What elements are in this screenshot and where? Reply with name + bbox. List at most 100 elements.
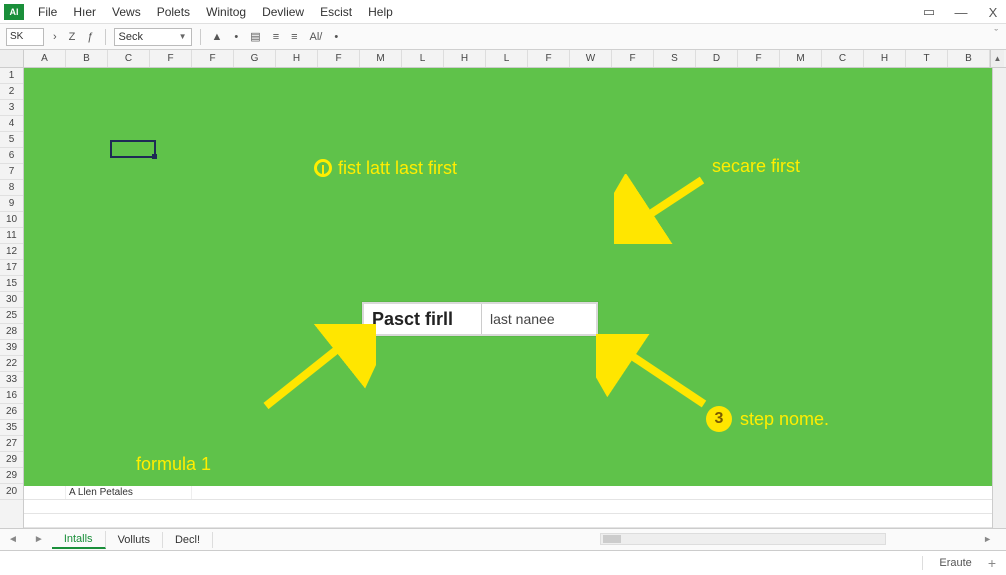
menu-polets[interactable]: Polets xyxy=(149,0,198,23)
step-text: step nome. xyxy=(740,409,829,430)
menu-devliew[interactable]: Devliew xyxy=(254,0,312,23)
toolbar-undo-icon[interactable]: Z xyxy=(66,31,79,43)
col-header[interactable]: F xyxy=(612,50,654,67)
table-row[interactable] xyxy=(24,500,992,514)
col-header[interactable]: H xyxy=(864,50,906,67)
col-header[interactable]: B xyxy=(66,50,108,67)
row-header[interactable]: 35 xyxy=(0,420,23,436)
row-header[interactable]: 4 xyxy=(0,116,23,132)
sheet-tabs-row: ◄ ► Intalls Volluts Decl! ► xyxy=(0,528,1006,550)
horizontal-scrollbar[interactable] xyxy=(600,533,886,545)
menu-help[interactable]: Help xyxy=(360,0,401,23)
row-header[interactable]: 16 xyxy=(0,388,23,404)
tab-nav-next-icon[interactable]: ► xyxy=(26,534,52,545)
row-header[interactable]: 29 xyxy=(0,468,23,484)
menu-escist[interactable]: Escist xyxy=(312,0,360,23)
toolbar-collapse-icon[interactable]: ˇ xyxy=(994,28,998,40)
row-header[interactable]: 26 xyxy=(0,404,23,420)
row-header[interactable]: 29 xyxy=(0,452,23,468)
row-header[interactable]: 22 xyxy=(0,356,23,372)
table-row[interactable]: A Llen Petales xyxy=(24,486,992,500)
tab-nav-prev-icon[interactable]: ◄ xyxy=(0,534,26,545)
font-selector[interactable]: Seck ▼ xyxy=(114,28,192,46)
col-header[interactable]: W xyxy=(570,50,612,67)
col-header[interactable]: L xyxy=(402,50,444,67)
col-header[interactable]: S xyxy=(654,50,696,67)
row-header[interactable]: 9 xyxy=(0,196,23,212)
sheet-area[interactable]: fist latt last first secare first Pasct … xyxy=(24,68,992,528)
row-header[interactable]: 2 xyxy=(0,84,23,100)
sheet-tab[interactable]: Volluts xyxy=(106,532,163,548)
row-header[interactable]: 8 xyxy=(0,180,23,196)
table-row[interactable] xyxy=(24,514,992,528)
active-cell[interactable] xyxy=(110,140,156,158)
row-header[interactable]: 11 xyxy=(0,228,23,244)
toolbar-separator xyxy=(200,29,201,45)
row-header[interactable]: 5 xyxy=(0,132,23,148)
row-header[interactable]: 39 xyxy=(0,340,23,356)
col-header[interactable]: C xyxy=(108,50,150,67)
menu-file[interactable]: File xyxy=(30,0,65,23)
col-header[interactable]: C xyxy=(822,50,864,67)
menu-bar: Al File Hıer Vews Polets Winitog Devliew… xyxy=(0,0,1006,24)
menu-views[interactable]: Vews xyxy=(104,0,149,23)
row-header[interactable]: 7 xyxy=(0,164,23,180)
name-box[interactable]: SK xyxy=(6,28,44,46)
scroll-right-icon[interactable]: ► xyxy=(892,533,992,545)
col-header[interactable]: F xyxy=(150,50,192,67)
toolbar-icon-4[interactable]: ≡ xyxy=(270,31,282,43)
toolbar-icon-2[interactable]: • xyxy=(231,31,241,43)
col-header[interactable]: H xyxy=(276,50,318,67)
select-all-corner[interactable] xyxy=(0,50,24,67)
toolbar-icon-6[interactable]: Al/ xyxy=(307,31,326,43)
vertical-scrollbar[interactable] xyxy=(992,68,1006,528)
row-header[interactable]: 15 xyxy=(0,276,23,292)
center-input-box[interactable]: Pasct firll last nanee xyxy=(362,302,598,336)
row-header[interactable]: 25 xyxy=(0,308,23,324)
row-header[interactable]: 10 xyxy=(0,212,23,228)
row-header[interactable]: 6 xyxy=(0,148,23,164)
row-header[interactable]: 12 xyxy=(0,244,23,260)
toolbar-fx-icon[interactable]: ƒ xyxy=(84,31,96,43)
col-header[interactable]: F xyxy=(528,50,570,67)
zoom-plus-icon[interactable]: + xyxy=(988,555,996,571)
window-minimize-icon[interactable]: — xyxy=(952,5,970,20)
row-header[interactable]: 1 xyxy=(0,68,23,84)
toolbar-icon-1[interactable]: ▲ xyxy=(209,31,226,43)
col-header[interactable]: D xyxy=(696,50,738,67)
row-header[interactable]: 3 xyxy=(0,100,23,116)
row-header[interactable]: 30 xyxy=(0,292,23,308)
col-header[interactable]: T xyxy=(906,50,948,67)
col-header[interactable]: A xyxy=(24,50,66,67)
toolbar: SK › Z ƒ Seck ▼ ▲ • ▤ ≡ ≡ Al/ • ˇ xyxy=(0,24,1006,50)
col-header[interactable]: F xyxy=(192,50,234,67)
col-header[interactable]: B xyxy=(948,50,990,67)
sheet-tab-active[interactable]: Intalls xyxy=(52,531,106,549)
scrollbar-thumb[interactable] xyxy=(603,535,621,543)
row-header[interactable]: 20 xyxy=(0,484,23,500)
col-header[interactable]: F xyxy=(318,50,360,67)
window-close-icon[interactable]: X xyxy=(984,5,1002,20)
window-restore-icon[interactable]: ▭ xyxy=(920,4,938,20)
cell[interactable] xyxy=(24,486,66,499)
cell[interactable]: A Llen Petales xyxy=(66,486,192,499)
toolbar-nav-icon[interactable]: › xyxy=(50,31,60,43)
sheet-tab[interactable]: Decl! xyxy=(163,532,213,548)
col-header[interactable]: F xyxy=(738,50,780,67)
toolbar-icon-5[interactable]: ≡ xyxy=(288,31,300,43)
menu-hier[interactable]: Hıer xyxy=(65,0,104,23)
scroll-up-icon[interactable]: ▲ xyxy=(990,50,1004,67)
row-header[interactable]: 17 xyxy=(0,260,23,276)
col-header[interactable]: H xyxy=(444,50,486,67)
col-header[interactable]: M xyxy=(360,50,402,67)
row-header[interactable]: 27 xyxy=(0,436,23,452)
toolbar-icon-3[interactable]: ▤ xyxy=(247,30,263,43)
row-header[interactable]: 28 xyxy=(0,324,23,340)
row-header[interactable]: 33 xyxy=(0,372,23,388)
toolbar-icon-7[interactable]: • xyxy=(331,31,341,43)
col-header[interactable]: M xyxy=(780,50,822,67)
arrow-icon xyxy=(596,334,716,414)
menu-winitog[interactable]: Winitog xyxy=(198,0,254,23)
col-header[interactable]: G xyxy=(234,50,276,67)
col-header[interactable]: L xyxy=(486,50,528,67)
